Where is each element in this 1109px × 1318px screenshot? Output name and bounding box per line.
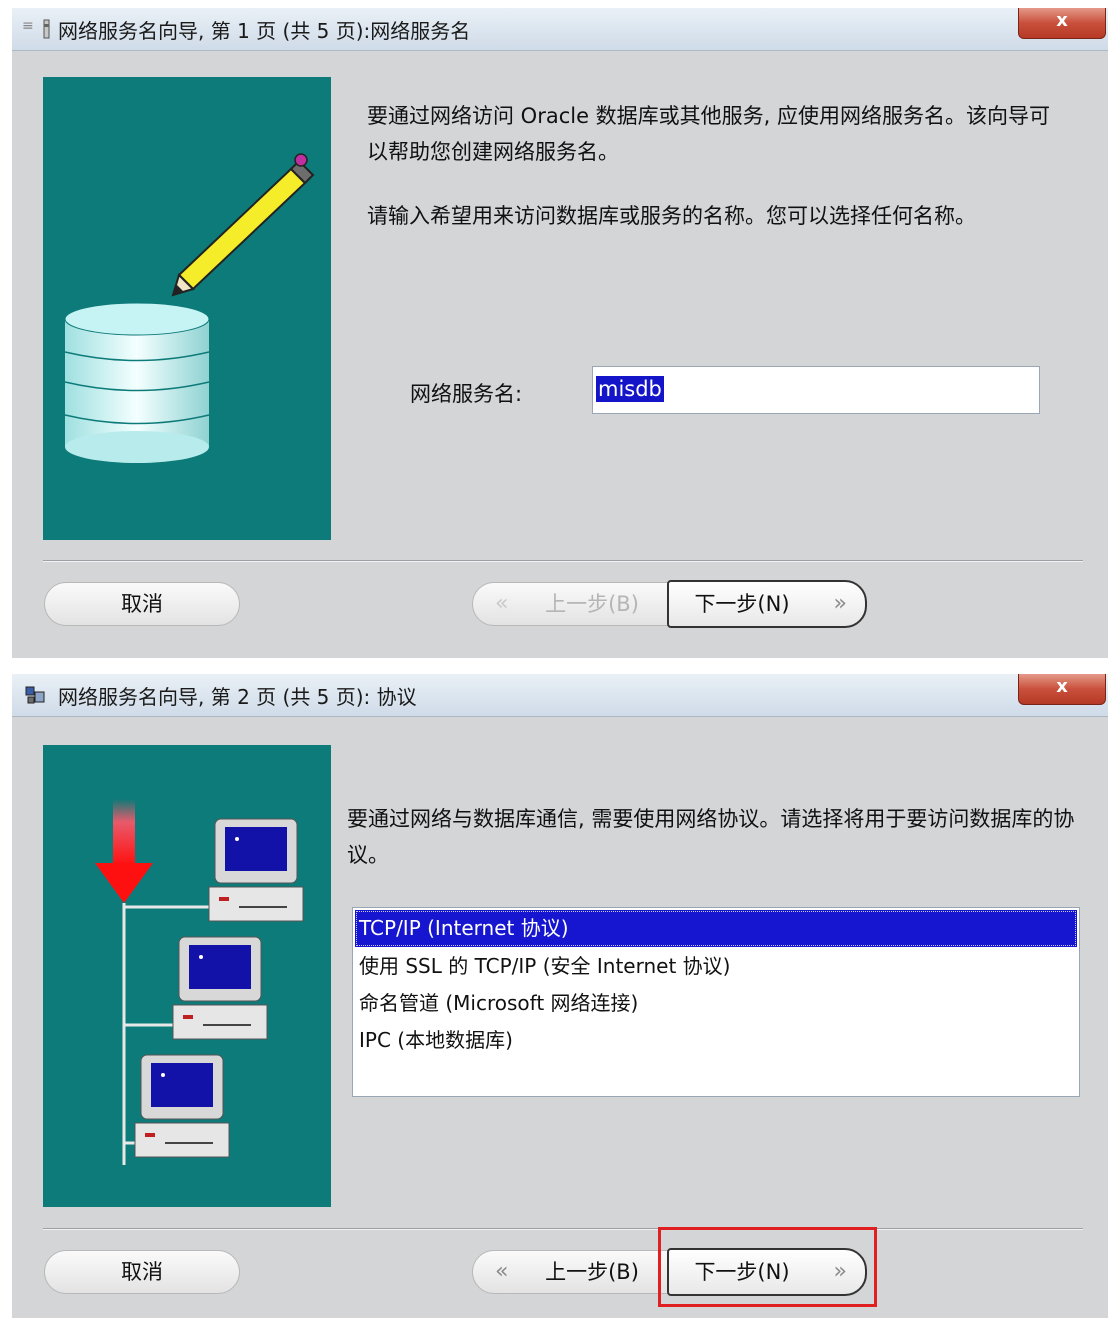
title-bar[interactable]: 网络服务名向导, 第 2 页 (共 5 页): 协议 bbox=[12, 674, 1108, 717]
wizard-dialog-page-1: ≡ 网络服务名向导, 第 1 页 (共 5 页):网络服务名 x 要通过网络访问… bbox=[12, 8, 1108, 658]
intro-text: 要通过网络访问 Oracle 数据库或其他服务, 应使用网络服务名。该向导可以帮… bbox=[367, 104, 1051, 164]
protocol-option[interactable]: TCP/IP (Internet 协议) bbox=[355, 910, 1077, 947]
wizard-app-icon bbox=[43, 19, 50, 39]
net-service-name-label: 网络服务名: bbox=[410, 382, 523, 406]
back-button-label: 上一步(B) bbox=[545, 592, 639, 616]
protocol-option[interactable]: 命名管道 (Microsoft 网络连接) bbox=[355, 985, 1077, 1022]
grip-icon: ≡ bbox=[22, 18, 34, 34]
cancel-button[interactable]: 取消 bbox=[44, 1250, 240, 1294]
net-service-name-value: misdb bbox=[596, 376, 664, 402]
net-service-name-input[interactable]: misdb bbox=[592, 366, 1040, 414]
protocol-option[interactable]: IPC (本地数据库) bbox=[355, 1022, 1077, 1059]
close-button[interactable]: x bbox=[1018, 8, 1106, 39]
back-chevron-icon: « bbox=[495, 1259, 509, 1284]
window-title: 网络服务名向导, 第 2 页 (共 5 页): 协议 bbox=[58, 685, 417, 709]
wizard-dialog-page-2: 网络服务名向导, 第 2 页 (共 5 页): 协议 x 要通过网络与数据库通信… bbox=[12, 674, 1108, 1318]
next-button[interactable]: 下一步(N) » bbox=[667, 580, 867, 628]
next-chevron-icon: » bbox=[833, 591, 847, 616]
database-cylinder-icon bbox=[64, 302, 210, 463]
next-button-highlight bbox=[658, 1227, 877, 1307]
protocol-option[interactable]: 使用 SSL 的 TCP/IP (安全 Internet 协议) bbox=[355, 948, 1077, 985]
protocol-listbox[interactable]: TCP/IP (Internet 协议) 使用 SSL 的 TCP/IP (安全… bbox=[352, 907, 1080, 1097]
back-button-label: 上一步(B) bbox=[545, 1260, 639, 1284]
prompt-text: 请输入希望用来访问数据库或服务的名称。您可以选择任何名称。 bbox=[367, 204, 976, 228]
cancel-button[interactable]: 取消 bbox=[44, 582, 240, 626]
back-button[interactable]: « 上一步(B) bbox=[472, 582, 672, 626]
network-computer-icon bbox=[134, 1054, 230, 1158]
wizard-app-icon bbox=[25, 686, 45, 704]
back-chevron-icon: « bbox=[495, 591, 509, 616]
divider bbox=[43, 1228, 1083, 1230]
next-button-label: 下一步(N) bbox=[694, 592, 790, 616]
illustration-panel bbox=[43, 745, 331, 1207]
title-bar[interactable]: ≡ 网络服务名向导, 第 1 页 (共 5 页):网络服务名 bbox=[12, 8, 1108, 51]
close-button[interactable]: x bbox=[1018, 674, 1106, 705]
back-button[interactable]: « 上一步(B) bbox=[472, 1250, 672, 1294]
intro-text: 要通过网络与数据库通信, 需要使用网络协议。请选择将用于要访问数据库的协议。 bbox=[347, 807, 1075, 867]
illustration-panel bbox=[43, 77, 331, 540]
window-title: 网络服务名向导, 第 1 页 (共 5 页):网络服务名 bbox=[58, 19, 471, 43]
divider bbox=[43, 560, 1083, 562]
